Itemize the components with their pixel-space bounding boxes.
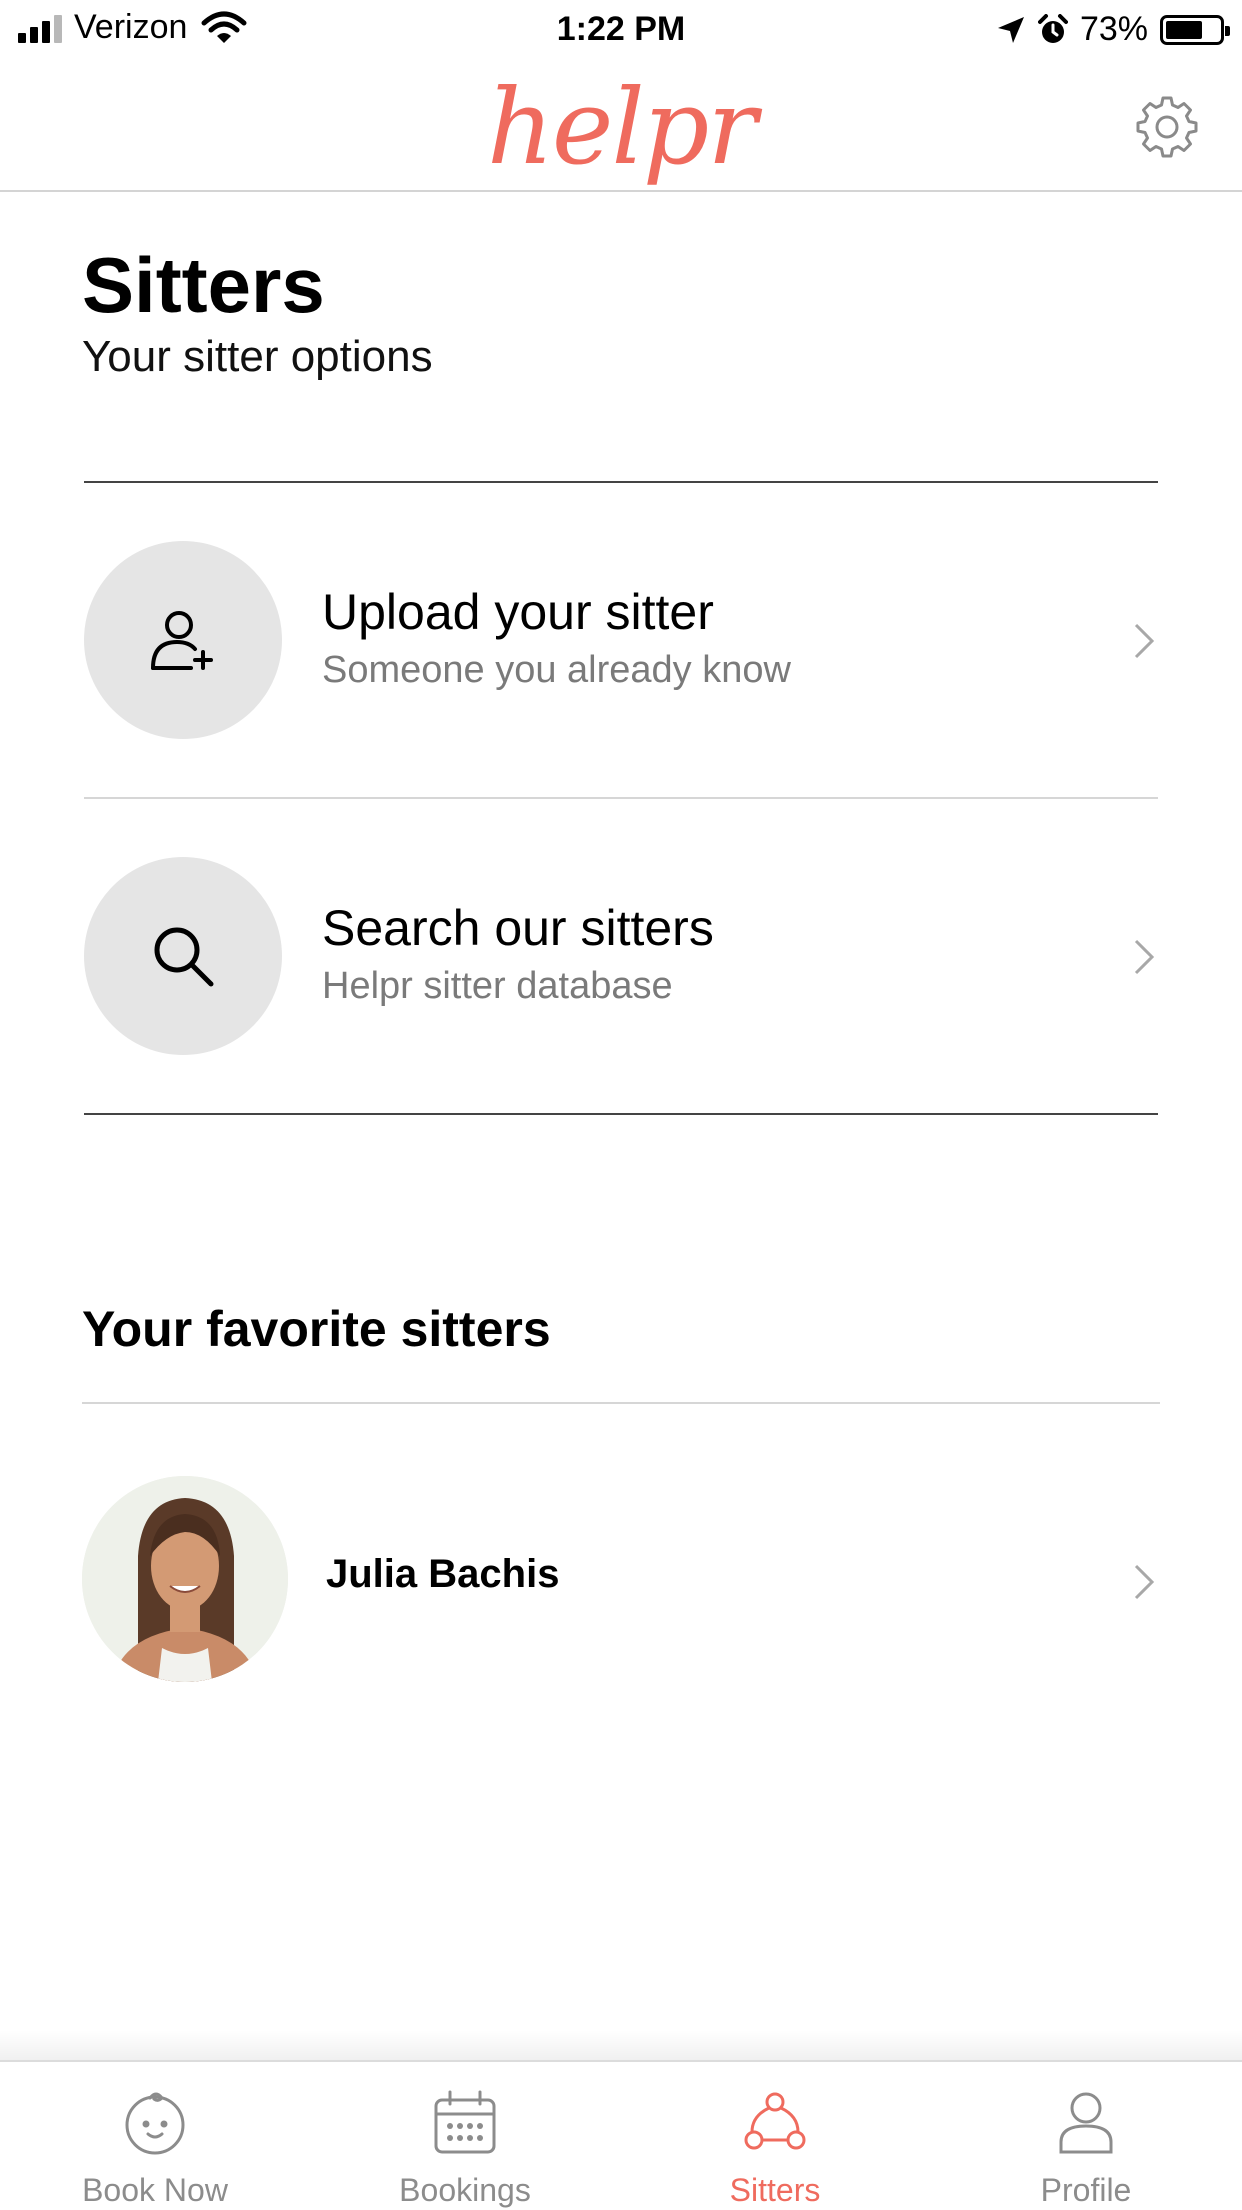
person-icon <box>1059 2092 1113 2154</box>
tab-label: Profile <box>1040 2172 1132 2208</box>
page-subtitle: Your sitter options <box>82 332 433 381</box>
chevron-right-icon <box>1134 939 1155 975</box>
tab-label: Bookings <box>399 2172 531 2208</box>
tab-profile[interactable]: Profile <box>930 2062 1242 2210</box>
battery-percent: 73% <box>1079 10 1148 48</box>
chevron-right-icon <box>1134 623 1155 659</box>
location-arrow-icon <box>997 16 1024 43</box>
search-icon <box>154 927 214 987</box>
tab-label: Sitters <box>729 2172 821 2208</box>
option-title: Search our sitters <box>322 900 714 956</box>
favorite-sitter-row[interactable]: Julia Bachis <box>82 1476 1158 1682</box>
option-title: Upload your sitter <box>322 584 714 640</box>
calendar-icon <box>434 2090 496 2154</box>
upload-sitter-option[interactable]: Upload your sitter Someone you already k… <box>84 525 1158 749</box>
option-subtitle: Helpr sitter database <box>322 965 673 1007</box>
helpr-logo: helpr <box>486 66 757 188</box>
option-subtitle: Someone you already know <box>322 649 791 691</box>
tab-bookings[interactable]: Bookings <box>310 2062 620 2210</box>
baby-face-icon <box>125 2092 185 2155</box>
status-right: 73% <box>996 10 1230 49</box>
battery-fill <box>1166 20 1203 39</box>
divider <box>84 481 1158 483</box>
search-sitters-option[interactable]: Search our sitters Helpr sitter database <box>84 841 1158 1065</box>
app-header: helpr <box>0 64 1242 192</box>
tab-book-now[interactable]: Book Now <box>0 2062 310 2210</box>
sitters-network-icon <box>744 2092 806 2150</box>
divider <box>82 1402 1160 1404</box>
divider <box>84 797 1158 799</box>
alarm-icon <box>1037 13 1068 43</box>
sitter-name: Julia Bachis <box>326 1552 560 1596</box>
avatar <box>82 1476 288 1682</box>
divider <box>84 1113 1158 1115</box>
favorites-heading: Your favorite sitters <box>82 1301 551 1357</box>
gear-icon[interactable] <box>1134 94 1200 160</box>
tab-bar: Book Now Bookings Sitters Profile <box>0 2060 1242 2210</box>
search-icon-circle <box>84 857 282 1055</box>
status-bar: Verizon 1:22 PM 73% <box>0 0 1242 64</box>
upload-icon-circle <box>84 541 282 739</box>
chevron-right-icon <box>1134 1564 1155 1600</box>
sitter-photo <box>82 1476 288 1682</box>
tab-label: Book Now <box>82 2172 228 2208</box>
tab-sitters[interactable]: Sitters <box>620 2062 930 2210</box>
add-user-icon <box>151 611 213 670</box>
page-title: Sitters <box>82 241 325 329</box>
battery-icon <box>1160 14 1230 45</box>
